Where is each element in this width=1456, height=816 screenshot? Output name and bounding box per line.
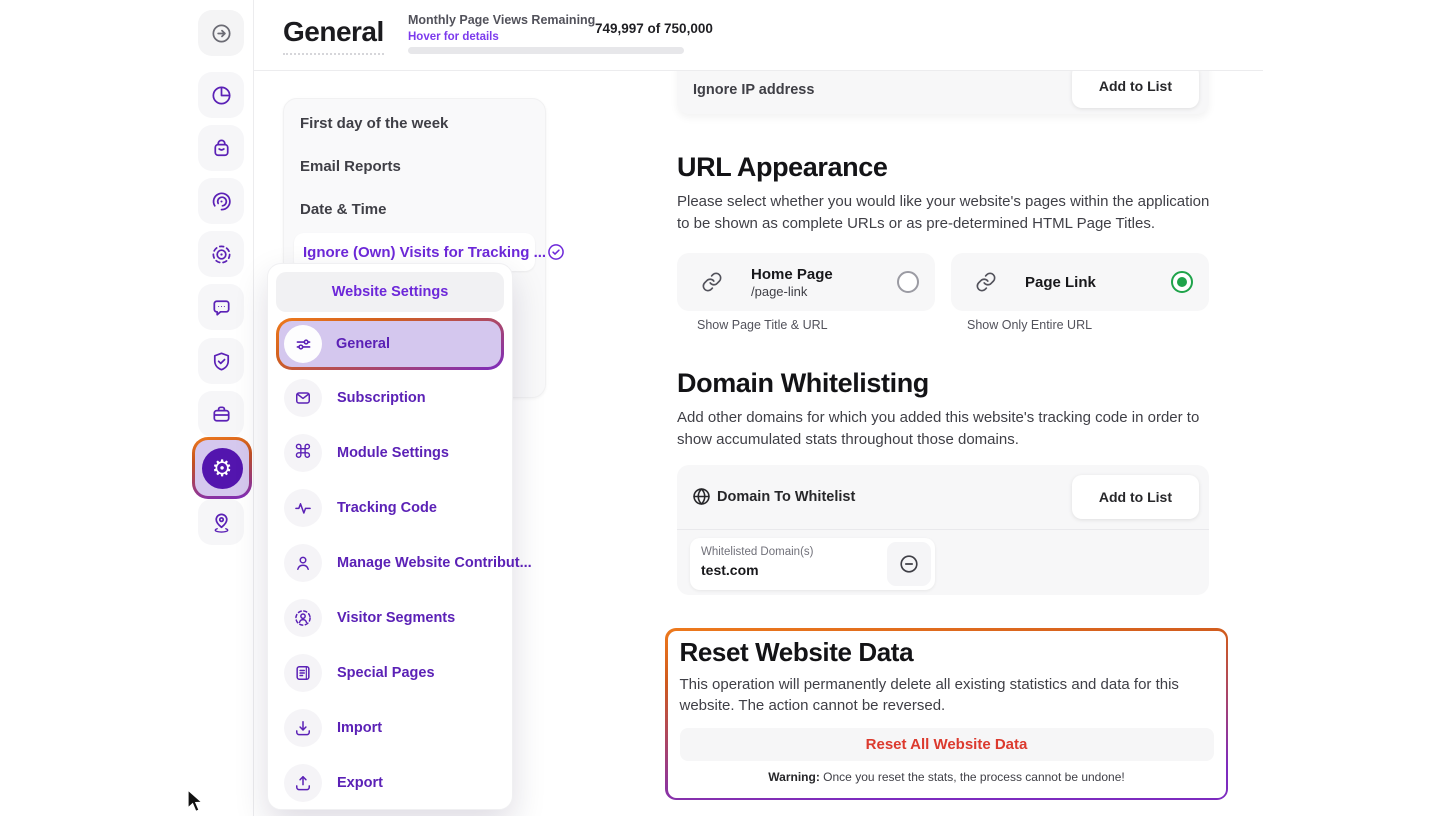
sliders-icon: [293, 334, 314, 355]
icon-sidebar: ⚙: [0, 0, 254, 816]
quota-progress-bar: [408, 47, 684, 54]
domain-whitelist-card: Domain To Whitelist Add to List Whitelis…: [677, 465, 1209, 595]
shield-check-icon: [210, 350, 233, 373]
whitelisted-domains-label: Whitelisted Domain(s): [701, 546, 813, 558]
link-icon: [701, 271, 723, 293]
page-title: General: [283, 16, 384, 55]
remove-domain-button[interactable]: [887, 542, 931, 586]
menu-item-label: Visitor Segments: [337, 610, 455, 626]
reset-warning: Warning: Once you reset the stats, the p…: [680, 770, 1214, 784]
menu-item-label: Import: [337, 720, 382, 736]
menu-item-label: Subscription: [337, 390, 426, 406]
sidebar-item-communication[interactable]: [198, 284, 244, 330]
user-icon: [293, 553, 313, 573]
domain-whitelisting-description: Add other domains for which you added th…: [677, 407, 1214, 450]
sidebar-item-ecommerce[interactable]: [198, 125, 244, 171]
sidebar-item-privacy[interactable]: [198, 338, 244, 384]
settings-gear-icon: ⚙: [212, 457, 233, 480]
option-title: Page Link: [1025, 274, 1171, 291]
menu-item-module-settings[interactable]: ⌘ Module Settings: [276, 425, 504, 480]
sidebar-item-settings[interactable]: ⚙: [195, 440, 249, 496]
reset-section-highlight: Reset Website Data This operation will p…: [665, 628, 1228, 800]
option-caption: Show Only Entire URL: [967, 318, 1092, 332]
option-caption: Show Page Title & URL: [697, 318, 828, 332]
add-domain-to-list-button[interactable]: Add to List: [1072, 475, 1199, 519]
envelope-icon: [293, 388, 313, 408]
menu-item-special-pages[interactable]: Special Pages: [276, 645, 504, 700]
website-settings-menu: Website Settings General Subscription ⌘ …: [267, 263, 513, 810]
domain-to-whitelist-input[interactable]: Domain To Whitelist: [717, 489, 855, 505]
whitelisted-domain-value: test.com: [701, 562, 759, 578]
quota-progress-fill: [408, 47, 684, 54]
collapse-icon: [210, 22, 233, 45]
menu-item-manage-website-contributors[interactable]: Manage Website Contribut...: [276, 535, 504, 590]
quota-label: Monthly Page Views Remaining: [408, 13, 595, 27]
option-title: Home Page: [751, 266, 897, 283]
menu-item-import[interactable]: Import: [276, 700, 504, 755]
quota-value: 749,997 of 750,000: [595, 21, 713, 36]
menu-item-tracking-code[interactable]: Tracking Code: [276, 480, 504, 535]
menu-item-subscription[interactable]: Subscription: [276, 370, 504, 425]
sidebar-collapse-button[interactable]: [198, 10, 244, 56]
check-circle-icon: [546, 242, 566, 262]
bag-icon: [210, 137, 233, 160]
menu-item-label: Tracking Code: [337, 500, 437, 516]
radio-page-link-selected[interactable]: [1171, 271, 1193, 293]
menu-item-export[interactable]: Export: [276, 755, 504, 810]
whitelisted-domain-item: Whitelisted Domain(s) test.com: [690, 538, 935, 590]
reset-heading: Reset Website Data: [680, 637, 1214, 668]
menu-item-general-highlight: General: [276, 318, 504, 370]
divider: [677, 529, 1209, 530]
radio-home-page[interactable]: [897, 271, 919, 293]
option-home-page[interactable]: Home Page /page-link: [677, 253, 935, 311]
briefcase-icon: [210, 403, 233, 426]
sidebar-item-location[interactable]: [198, 499, 244, 545]
radar-icon: [210, 190, 233, 213]
url-appearance-description: Please select whether you would like you…: [677, 191, 1214, 234]
menu-item-visitor-segments[interactable]: Visitor Segments: [276, 590, 504, 645]
sidebar-item-overview[interactable]: [198, 72, 244, 118]
domain-whitelisting-heading: Domain Whitelisting: [677, 368, 929, 399]
option-subtitle: /page-link: [751, 284, 897, 299]
menu-item-label: Manage Website Contribut...: [337, 555, 532, 571]
command-icon: ⌘: [294, 443, 313, 462]
ignore-ip-input[interactable]: Ignore IP address: [693, 82, 814, 98]
chat-icon: [210, 296, 233, 319]
warning-label: Warning:: [768, 770, 820, 784]
reset-section: Reset Website Data This operation will p…: [668, 631, 1226, 798]
pie-chart-icon: [210, 84, 233, 107]
website-settings-menu-title: Website Settings: [276, 272, 504, 312]
submenu-item-date-time[interactable]: Date & Time: [284, 188, 545, 231]
sidebar-item-behavior[interactable]: [198, 178, 244, 224]
location-icon: [210, 511, 233, 534]
pulse-icon: [293, 498, 313, 518]
link-icon: [975, 271, 997, 293]
sidebar-item-recordings[interactable]: [198, 231, 244, 277]
submenu-item-email-reports[interactable]: Email Reports: [284, 145, 545, 188]
upload-icon: [293, 773, 313, 793]
page-header: General Monthly Page Views Remaining Hov…: [254, 0, 1456, 71]
menu-item-general[interactable]: General: [279, 321, 501, 367]
sidebar-item-company[interactable]: [198, 391, 244, 437]
submenu-active-label: Ignore (Own) Visits for Tracking ...: [303, 244, 546, 261]
download-icon: [293, 718, 313, 738]
url-appearance-heading: URL Appearance: [677, 152, 887, 183]
app-window: Ignore IP address Add to List URL Appear…: [0, 0, 1456, 816]
warning-text: Once you reset the stats, the process ca…: [820, 770, 1125, 784]
focus-icon: [210, 243, 233, 266]
document-icon: [293, 663, 313, 683]
user-focus-icon: [293, 608, 313, 628]
reset-description: This operation will permanently delete a…: [680, 674, 1214, 717]
menu-item-label: Export: [337, 775, 383, 791]
menu-item-label: Module Settings: [337, 445, 449, 461]
menu-item-label: General: [336, 336, 390, 352]
minus-circle-icon: [898, 553, 920, 575]
submenu-item-first-day-of-week[interactable]: First day of the week: [284, 102, 545, 145]
sidebar-item-settings-active-highlight: ⚙: [192, 437, 252, 499]
reset-all-website-data-button[interactable]: Reset All Website Data: [680, 728, 1214, 761]
menu-item-label: Special Pages: [337, 665, 435, 681]
globe-icon: [691, 486, 712, 507]
quota-details-link[interactable]: Hover for details: [408, 31, 499, 43]
option-page-link[interactable]: Page Link: [951, 253, 1209, 311]
